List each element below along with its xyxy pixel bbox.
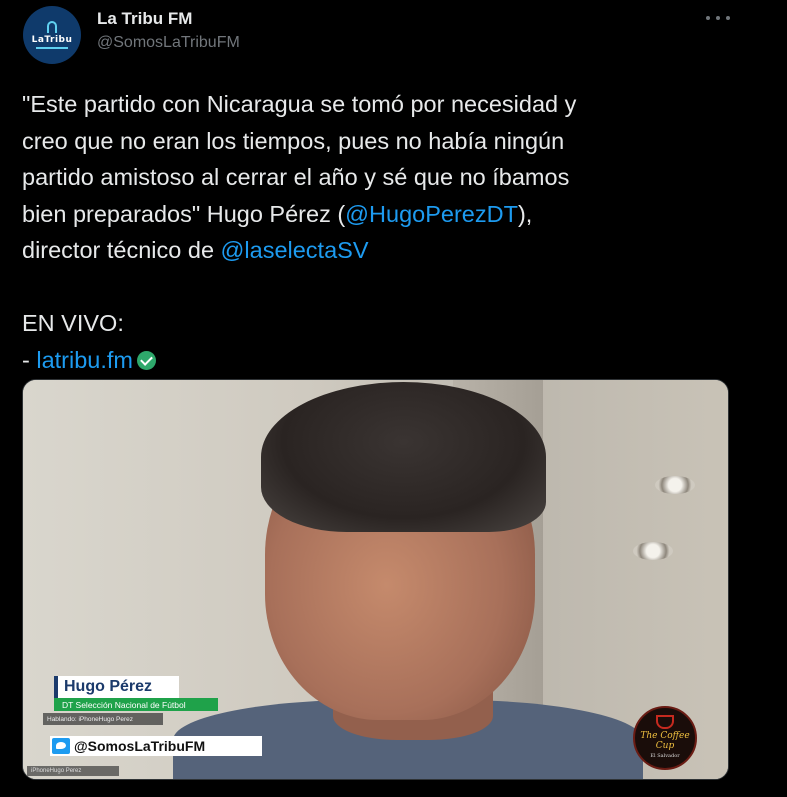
role-tag: DT Selección Nacional de Fútbol <box>54 698 218 711</box>
url-link-latribu[interactable]: latribu.fm <box>36 347 133 373</box>
ceiling-light-icon <box>655 476 695 494</box>
tweet-header: LaTribu La Tribu FM @SomosLaTribuFM <box>0 0 787 70</box>
participant-caption: iPhoneHugo Perez <box>27 766 119 776</box>
tweet-line: EN VIVO: <box>22 310 124 336</box>
verified-check-icon <box>137 350 156 370</box>
author-handle[interactable]: @SomosLaTribuFM <box>97 34 240 52</box>
avatar[interactable]: LaTribu <box>23 6 81 64</box>
mention-link-laselectasv[interactable]: @laselectaSV <box>221 237 369 263</box>
twitter-bird-icon <box>52 738 70 754</box>
more-horizontal-icon[interactable] <box>706 8 730 28</box>
ceiling-light-icon <box>633 542 673 560</box>
twitter-handle-bar: @SomosLaTribuFM <box>50 736 262 756</box>
mention-link-hugoperezdt[interactable]: @HugoPerezDT <box>345 201 518 227</box>
tweet-line: "Este partido con Nicaragua se tomó por … <box>22 91 577 117</box>
coffee-cup-logo-icon: The Coffee Cup El Salvador <box>633 706 697 770</box>
speaking-indicator: Hablando: iPhoneHugo Perez <box>43 713 163 725</box>
name-tag: Hugo Pérez <box>54 676 179 698</box>
tweet-line: bien preparados" Hugo Pérez (@HugoPerezD… <box>22 200 533 227</box>
tweet-line: creo que no eran los tiempos, pues no ha… <box>22 127 565 154</box>
la-tribu-logo-icon <box>47 21 57 33</box>
tweet-line: director técnico de @laselectaSV <box>22 237 369 263</box>
author-display-name[interactable]: La Tribu FM <box>97 9 192 29</box>
tweet-media-video[interactable]: Hugo Pérez DT Selección Nacional de Fútb… <box>22 379 729 780</box>
tweet-text: "Este partido con Nicaragua se tomó por … <box>22 86 762 378</box>
tweet-line: - latribu.fm <box>22 342 762 379</box>
tweet-line: partido amistoso al cerrar el año y sé q… <box>22 164 570 190</box>
avatar-logo-text: LaTribu <box>31 35 73 45</box>
